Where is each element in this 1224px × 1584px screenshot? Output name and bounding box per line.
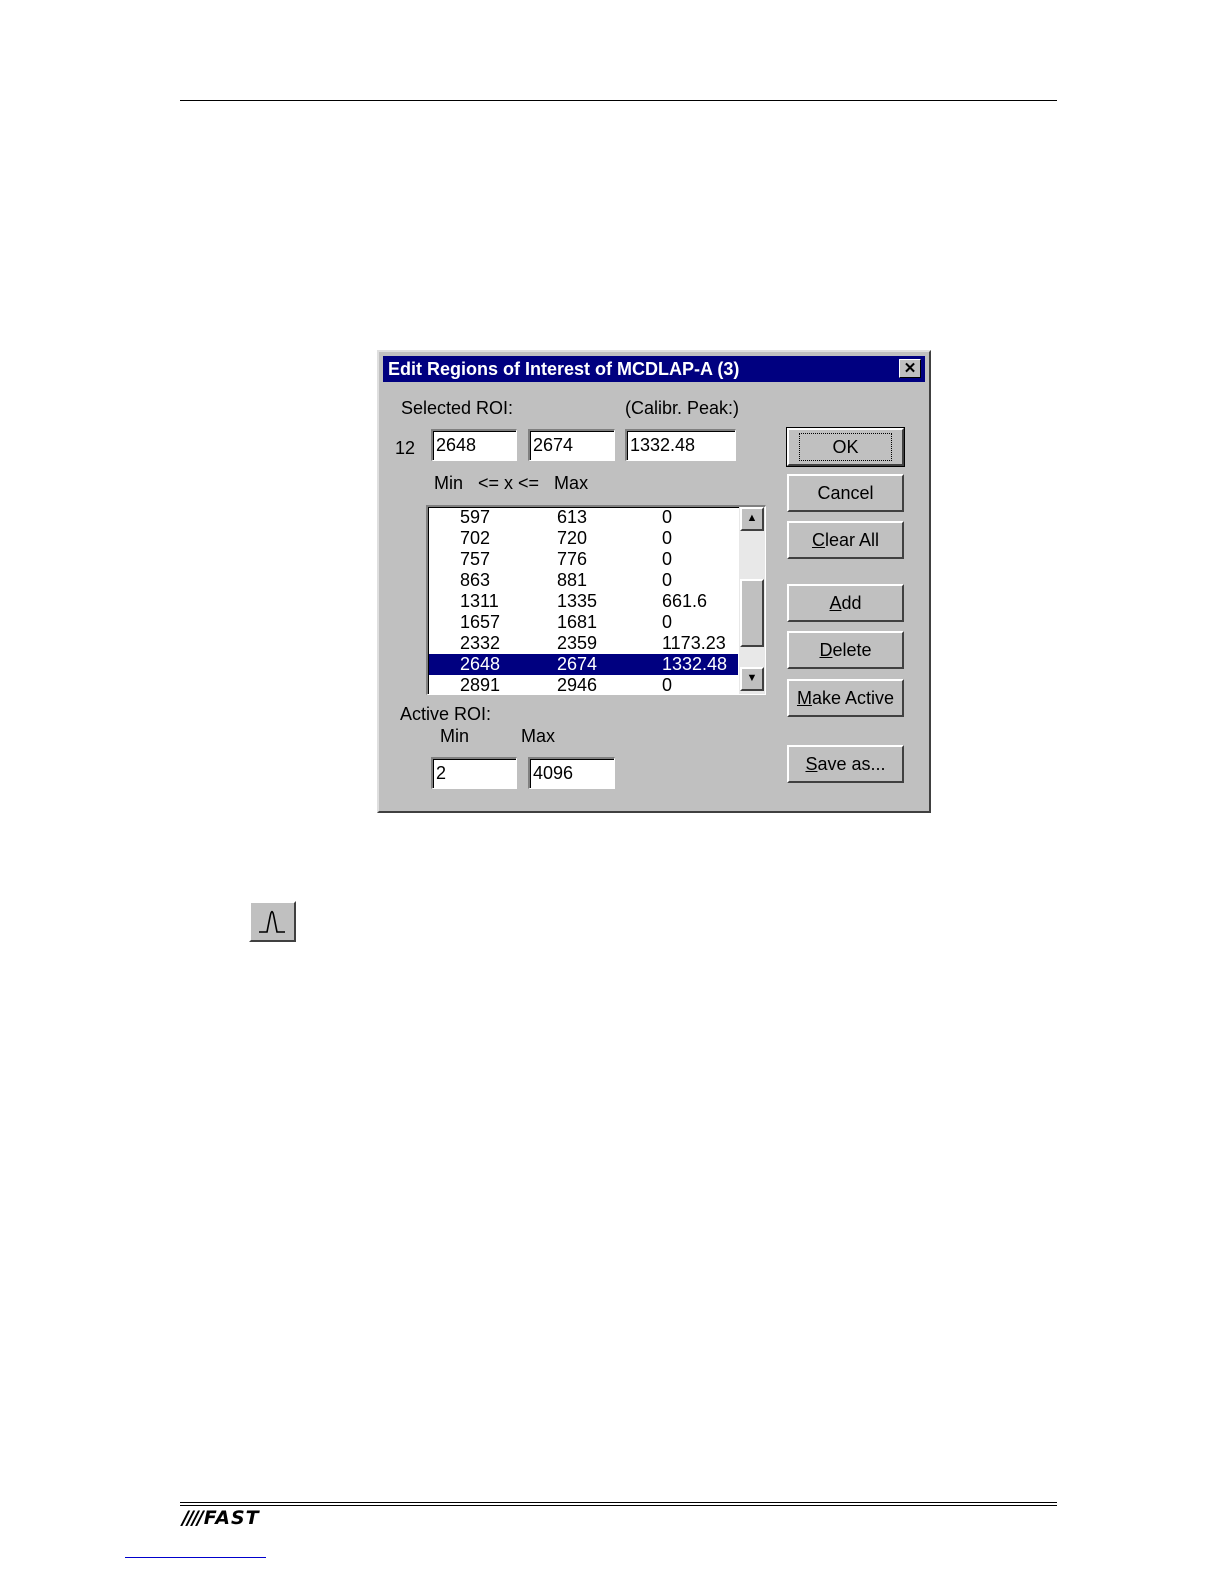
selected-roi-index: 12 <box>395 438 416 458</box>
clear-all-accel: C <box>811 530 825 550</box>
add-button[interactable]: Add <box>787 584 904 622</box>
clear-all-label: lear All <box>824 530 880 550</box>
roi-list-row[interactable]: 757 776 0 <box>429 549 738 570</box>
roi-list-row[interactable]: 1311 1335 661.6 <box>429 591 738 612</box>
roi-max-cell: 2674 <box>557 654 598 674</box>
roi-min-cell: 2332 <box>460 633 501 653</box>
roi-list-row[interactable]: 1657 1681 0 <box>429 612 738 633</box>
active-min-input[interactable]: 2 <box>431 757 517 789</box>
roi-max-cell: 2946 <box>557 675 598 695</box>
roi-listbox[interactable]: 597 613 0 702 720 0 757 776 0 863 881 0 1311 1335 661.… <box>426 505 766 695</box>
calibr-peak-input[interactable]: 1332.48 <box>625 429 736 461</box>
arrow-up-icon: ▲ <box>746 512 758 524</box>
roi-max-cell: 2359 <box>557 633 598 653</box>
arrow-down-icon: ▼ <box>746 672 758 684</box>
selected-min-input[interactable]: 2648 <box>431 429 517 461</box>
roi-min-cell: 757 <box>460 549 491 569</box>
roi-max-cell: 1335 <box>557 591 598 611</box>
close-icon: ✕ <box>903 360 917 377</box>
make-active-accel: M <box>796 688 812 708</box>
peak-toolbar-button[interactable] <box>249 901 296 942</box>
roi-max-cell: 613 <box>557 507 588 527</box>
add-accel: A <box>829 593 842 613</box>
title-bar[interactable]: Edit Regions of Interest of MCDLAP-A (3)… <box>383 356 925 382</box>
roi-peak-cell: 0 <box>662 570 673 590</box>
roi-list-row[interactable]: 597 613 0 <box>429 507 738 528</box>
roi-max-cell: 776 <box>557 549 588 569</box>
peak-icon <box>259 910 285 933</box>
ok-label: OK <box>799 433 892 461</box>
active-max-input[interactable]: 4096 <box>528 757 615 789</box>
close-button[interactable]: ✕ <box>899 359 921 378</box>
logo-stripes: //// <box>182 1507 204 1529</box>
roi-list-row[interactable]: 2891 2946 0 <box>429 675 738 695</box>
delete-label: elete <box>832 640 872 660</box>
scroll-up-button[interactable]: ▲ <box>740 507 764 531</box>
roi-peak-cell: 1173.23 <box>662 633 726 653</box>
roi-min-cell: 2891 <box>460 675 501 695</box>
footer-link-underline[interactable] <box>125 1557 266 1558</box>
list-scrollbar[interactable]: ▲ ▼ <box>739 507 765 694</box>
scroll-down-button[interactable]: ▼ <box>740 667 764 691</box>
clear-all-button[interactable]: Clear All <box>787 521 904 559</box>
roi-peak-cell: 0 <box>662 612 673 632</box>
roi-min-cell: 597 <box>460 507 491 527</box>
roi-peak-cell: 1332.48 <box>662 654 728 674</box>
roi-min-cell: 1311 <box>460 591 499 611</box>
roi-list-row[interactable]: 702 720 0 <box>429 528 738 549</box>
roi-list-row[interactable]: 2648 2674 1332.48 <box>429 654 738 675</box>
selected-roi-label: Selected ROI: <box>401 398 514 418</box>
edit-roi-dialog: Edit Regions of Interest of MCDLAP-A (3)… <box>377 350 931 813</box>
roi-min-cell: 702 <box>460 528 491 548</box>
save-as-label: ave as... <box>817 754 886 774</box>
add-label: dd <box>841 593 862 613</box>
scroll-thumb[interactable] <box>740 579 764 647</box>
delete-accel: D <box>819 640 833 660</box>
save-as-button[interactable]: Save as... <box>787 745 904 783</box>
roi-min-cell: 1657 <box>460 612 501 632</box>
cancel-label: Cancel <box>817 483 874 503</box>
make-active-button[interactable]: Make Active <box>787 679 904 717</box>
roi-list-row[interactable]: 2332 2359 1173.23 <box>429 633 738 654</box>
active-roi-label: Active ROI: <box>400 704 492 724</box>
save-as-accel: S <box>805 754 818 774</box>
roi-peak-cell: 0 <box>662 528 673 548</box>
footer-rule-double <box>180 1505 1057 1506</box>
active-max-label: Max <box>521 726 556 746</box>
active-min-label: Min <box>440 726 470 746</box>
roi-max-cell: 1681 <box>557 612 598 632</box>
roi-min-cell: 863 <box>460 570 491 590</box>
selected-max-input[interactable]: 2674 <box>528 429 615 461</box>
roi-list-row[interactable]: 863 881 0 <box>429 570 738 591</box>
make-active-label: ake Active <box>811 688 895 708</box>
dialog-title: Edit Regions of Interest of MCDLAP-A (3) <box>388 359 740 379</box>
roi-max-cell: 720 <box>557 528 588 548</box>
roi-max-cell: 881 <box>557 570 588 590</box>
footer-rule <box>180 1502 1057 1503</box>
header-rule <box>180 100 1057 101</box>
roi-peak-cell: 0 <box>662 549 673 569</box>
delete-button[interactable]: Delete <box>787 631 904 669</box>
fast-logo: ////FAST <box>182 1507 260 1529</box>
logo-text: FAST <box>203 1507 260 1529</box>
roi-peak-cell: 0 <box>662 507 673 527</box>
roi-list: 597 613 0 702 720 0 757 776 0 863 881 0 1311 1335 661.… <box>429 507 738 695</box>
range-header: Min <= x <= Max <box>434 473 589 493</box>
cancel-button[interactable]: Cancel <box>787 474 904 512</box>
roi-peak-cell: 0 <box>662 675 673 695</box>
roi-min-cell: 2648 <box>460 654 501 674</box>
roi-peak-cell: 661.6 <box>662 591 708 611</box>
calibr-peak-label: (Calibr. Peak:) <box>625 398 740 418</box>
ok-button[interactable]: OK <box>786 427 905 467</box>
